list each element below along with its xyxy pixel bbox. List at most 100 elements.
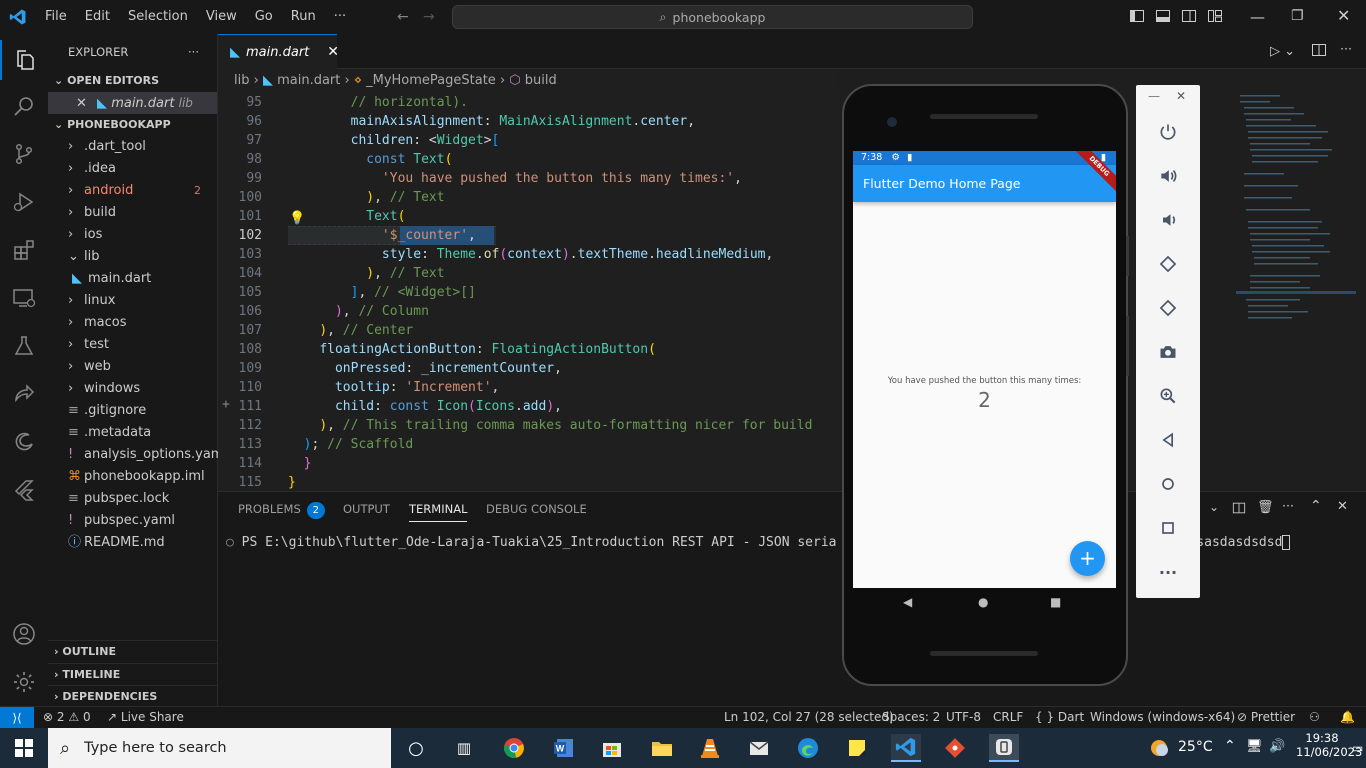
close-window-icon[interactable]: ✕ <box>1337 6 1350 25</box>
microsoft-store-icon[interactable] <box>597 734 627 762</box>
tree-item[interactable]: ! analysis_options.yaml <box>48 444 227 466</box>
settings-gear-icon[interactable] <box>0 660 48 704</box>
minimize-icon[interactable]: — <box>1250 8 1265 26</box>
split-terminal-icon[interactable] <box>1232 501 1246 518</box>
split-editor-icon[interactable] <box>1311 42 1327 61</box>
breadcrumb-item[interactable]: build <box>525 73 557 88</box>
tray-chevron-up-icon[interactable]: ⌃ <box>1224 738 1236 754</box>
cortana-icon[interactable]: ○ <box>401 734 431 762</box>
mail-icon[interactable] <box>744 734 774 762</box>
edge-icon[interactable] <box>793 734 823 762</box>
close-icon[interactable]: ✕ <box>76 96 87 111</box>
restore-icon[interactable]: ❐ <box>1291 8 1304 24</box>
breadcrumb-item[interactable]: main.dart <box>277 73 340 88</box>
tree-item[interactable]: › macos <box>48 312 217 334</box>
menu-edit[interactable]: Edit <box>76 0 119 34</box>
chrome-icon[interactable] <box>499 734 529 762</box>
nav-home-icon[interactable]: ● <box>978 595 988 609</box>
tab-problems[interactable]: PROBLEMS 2 <box>238 502 325 519</box>
tree-item[interactable]: › build <box>48 202 217 224</box>
tree-item[interactable]: ≡ pubspec.lock <box>48 488 217 510</box>
rotate-left-icon[interactable] <box>1136 242 1200 286</box>
sticky-notes-icon[interactable] <box>842 734 872 762</box>
git-gui-icon[interactable] <box>940 734 970 762</box>
tree-item[interactable]: › android 2 <box>48 180 217 202</box>
maximize-panel-icon[interactable]: ⌃ <box>1310 498 1322 514</box>
android-emulator-taskbar-icon[interactable] <box>989 734 1019 762</box>
tree-item[interactable]: › .dart_tool <box>48 136 217 158</box>
close-tab-icon[interactable]: ✕ <box>327 44 339 60</box>
tree-item[interactable]: ⌄ lib <box>48 246 217 268</box>
camera-icon[interactable] <box>1136 330 1200 374</box>
clock[interactable]: 19:38 11/06/2023 <box>1296 731 1362 759</box>
tree-item[interactable]: › windows <box>48 378 217 400</box>
home-icon[interactable] <box>1136 462 1200 506</box>
tab-output[interactable]: OUTPUT <box>343 502 390 516</box>
word-icon[interactable]: W <box>549 734 579 762</box>
power-icon[interactable] <box>1136 110 1200 154</box>
vlc-icon[interactable] <box>695 734 725 762</box>
tree-item[interactable]: ! pubspec.yaml <box>48 510 217 532</box>
menu-view[interactable]: View <box>197 0 246 34</box>
tab-main-dart[interactable]: ◣ main.dart ✕ <box>218 34 339 69</box>
run-debug-icon[interactable] <box>0 180 48 224</box>
indentation[interactable]: Spaces: 2 <box>882 707 940 728</box>
tree-item[interactable]: › .idea <box>48 158 217 180</box>
notification-center-icon[interactable]: ▭ <box>1352 741 1363 755</box>
tab-terminal[interactable]: TERMINAL <box>409 502 468 522</box>
project-section[interactable]: ⌄ PHONEBOOKAPP <box>48 114 217 136</box>
menu-run[interactable]: Run <box>282 0 325 34</box>
file-explorer-icon[interactable] <box>647 734 677 762</box>
remote-explorer-icon[interactable] <box>0 276 48 320</box>
timeline-section[interactable]: › TIMELINE <box>48 663 218 685</box>
network-icon[interactable]: 🖥 <box>1246 739 1263 754</box>
testing-icon[interactable] <box>0 324 48 368</box>
more-actions-icon[interactable]: ··· <box>1340 41 1352 56</box>
volume-up-icon[interactable] <box>1136 154 1200 198</box>
tree-item[interactable]: ⌘ phonebookapp.iml <box>48 466 217 488</box>
tree-item[interactable]: › ios <box>48 224 217 246</box>
open-editor-item[interactable]: ✕ ◣ main.dart lib <box>48 92 217 114</box>
source-control-icon[interactable] <box>0 132 48 176</box>
toggle-secondary-sidebar-icon[interactable] <box>1181 8 1197 28</box>
volume-icon[interactable]: 🔊 <box>1269 739 1285 754</box>
back-arrow-icon[interactable]: ← <box>397 9 409 25</box>
cursor-position[interactable]: Ln 102, Col 27 (28 selected) <box>724 707 894 728</box>
line-ending[interactable]: CRLF <box>993 707 1023 728</box>
menu-file[interactable]: File <box>36 0 76 34</box>
notifications-bell-icon[interactable]: 🔔 <box>1340 707 1355 728</box>
feedback-icon[interactable]: ⚇ <box>1309 707 1320 728</box>
overview-icon[interactable] <box>1136 506 1200 550</box>
flutter-device[interactable]: Windows (windows-x64) <box>1090 707 1235 728</box>
windows-start-icon[interactable] <box>9 734 39 762</box>
back-icon[interactable] <box>1136 418 1200 462</box>
toggle-sidebar-icon[interactable] <box>1129 8 1145 28</box>
menu-go[interactable]: Go <box>246 0 282 34</box>
emulator-minimize-icon[interactable]: — <box>1148 89 1160 103</box>
menu-selection[interactable]: Selection <box>119 0 197 34</box>
rotate-right-icon[interactable] <box>1136 286 1200 330</box>
search-icon[interactable] <box>0 84 48 128</box>
taskbar-search[interactable]: ⌕ Type here to search <box>48 728 391 768</box>
flutter-icon[interactable] <box>0 468 48 512</box>
tab-debug-console[interactable]: DEBUG CONSOLE <box>486 502 587 516</box>
trash-icon[interactable]: 🗑 <box>1257 500 1274 515</box>
zoom-icon[interactable] <box>1136 374 1200 418</box>
minimap[interactable] <box>1236 93 1356 491</box>
accounts-icon[interactable] <box>0 612 48 656</box>
volume-down-icon[interactable] <box>1136 198 1200 242</box>
tree-item[interactable]: ◣ main.dart <box>48 268 217 290</box>
vscode-taskbar-icon[interactable] <box>891 734 921 762</box>
extended-controls-icon[interactable]: ··· <box>1136 550 1200 594</box>
dependencies-section[interactable]: › DEPENDENCIES <box>48 685 218 707</box>
code-editor[interactable]: 💡 + 95 // horizontal). 96 mainAxisAlignme… <box>218 93 840 491</box>
problems-status[interactable]: ⊗ 2 ⚠ 0 <box>43 707 91 728</box>
temperature[interactable]: 25°C <box>1178 739 1213 755</box>
terminal-output[interactable]: ○ PS E:\github\flutter_Ode-Laraja-Tuakia… <box>226 535 836 550</box>
task-view-icon[interactable]: ▥ <box>449 734 479 762</box>
menu-more[interactable]: ··· <box>325 0 355 34</box>
breadcrumb-item[interactable]: _MyHomePageState <box>366 73 496 88</box>
nav-recents-icon[interactable]: ■ <box>1050 595 1061 609</box>
live-share-status[interactable]: ↗ Live Share <box>107 707 184 728</box>
nav-back-icon[interactable]: ◀ <box>903 595 912 609</box>
